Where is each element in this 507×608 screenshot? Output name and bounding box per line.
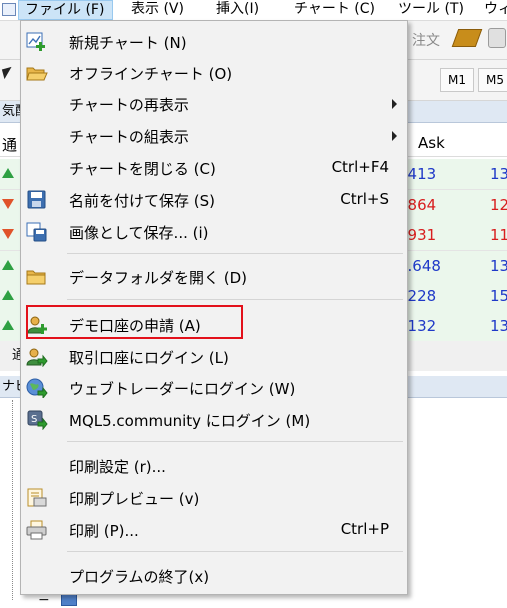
menu-item-save-as[interactable]: 名前を付けて保存 (S) Ctrl+S [21,184,407,216]
down-arrow-icon [2,229,14,239]
menu-item-label: 名前を付けて保存 (S) [69,192,215,210]
new-chart-icon [26,32,45,51]
highlight-box [26,305,243,339]
new-order-label[interactable]: 注文 [412,30,440,50]
menu-item-label: MQL5.community にログイン (M) [69,412,311,430]
menu-item-label: 取引口座にログイン (L) [69,349,229,367]
up-arrow-icon [2,260,14,270]
open-folder-icon [26,67,48,81]
menu-item-login-webtrader[interactable]: ウェブトレーダーにログイン (W) [21,372,407,404]
webtrader-icon [26,378,48,398]
menu-item-exit[interactable]: プログラムの終了(x) [21,560,407,592]
menu-view[interactable]: 表示 (V) [131,0,184,20]
menu-item-print-preview[interactable]: 印刷プレビュー (v) [21,482,407,514]
data-folder-icon [26,270,46,285]
menu-file[interactable]: ファイル (F) [18,0,113,20]
login-account-icon [26,348,48,367]
spread-value: 15 [490,287,507,305]
save-icon [27,190,46,209]
menu-item-login-trade-account[interactable]: 取引口座にログイン (L) [21,341,407,373]
up-arrow-icon [2,320,14,330]
menu-tools[interactable]: ツール (T) [398,0,464,20]
menu-item-label: チャートの組表示 [69,128,189,146]
spread-value: 11 [490,226,507,244]
menu-item-label: データフォルダを開く (D) [69,269,248,287]
mql5-icon: S [27,410,48,430]
menu-item-label: 新規チャート (N) [69,34,187,52]
menu-window[interactable]: ウィ [484,0,507,20]
menu-item-label: 印刷 (P)... [69,522,139,540]
timeframe-m1-button[interactable]: M1 [440,68,474,92]
menu-separator [67,253,403,254]
menu-item-shortcut: Ctrl+P [340,520,389,538]
down-arrow-icon [2,199,14,209]
menu-separator [67,551,403,552]
menu-item-label: チャートを閉じる (C) [69,160,216,178]
spread-value: 13 [490,317,507,335]
menu-item-label: 印刷設定 (r)... [69,458,166,476]
menu-item-close-chart[interactable]: チャートを閉じる (C) Ctrl+F4 [21,152,407,184]
menu-item-open-data-folder[interactable]: データフォルダを開く (D) [21,261,407,293]
menu-item-label: プログラムの終了(x) [69,568,210,586]
symbol-column-header[interactable]: 通 [2,134,17,155]
menu-item-offline-chart[interactable]: オフラインチャート (O) [21,57,407,89]
menu-item-label: ウェブトレーダーにログイン (W) [69,380,296,398]
up-arrow-icon [2,168,14,178]
toolbar-ghost-icon[interactable] [488,28,506,48]
menu-chart[interactable]: チャート (C) [294,0,375,20]
menu-separator [67,299,403,300]
menu-item-shortcut: Ctrl+F4 [331,158,389,176]
submenu-arrow-icon [392,99,397,109]
menu-item-print-setup[interactable]: 印刷設定 (r)... [21,450,407,482]
spread-value: 13 [490,257,507,275]
menu-item-shortcut: Ctrl+S [340,190,389,208]
menu-item-label: チャートの再表示 [69,96,189,114]
print-icon [26,520,47,540]
menu-separator [67,441,403,442]
menu-item-label: 画像として保存... (i) [69,224,209,242]
tree-guide-line [12,400,14,600]
menu-item-save-as-picture[interactable]: 画像として保存... (i) [21,216,407,248]
menubar: ファイル (F) 表示 (V) 挿入(I) チャート (C) ツール (T) ウ… [0,0,507,21]
menu-item-label: オフラインチャート (O) [69,65,233,83]
menu-item-label: 印刷プレビュー (v) [69,490,200,508]
svg-text:S: S [31,414,37,425]
timeframe-m5-button[interactable]: M5 [478,68,507,92]
menu-item-print[interactable]: 印刷 (P)... Ctrl+P [21,514,407,546]
menu-insert[interactable]: 挿入(I) [216,0,259,20]
app-icon [2,3,16,16]
menu-item-login-mql5[interactable]: S MQL5.community にログイン (M) [21,404,407,436]
menu-item-refresh-charts[interactable]: チャートの再表示 [21,88,407,120]
spread-value: 12 [490,196,507,214]
submenu-arrow-icon [392,131,397,141]
print-preview-icon [27,488,47,507]
ask-column-header[interactable]: Ask [418,134,445,152]
menu-item-new-chart[interactable]: 新規チャート (N) [21,26,407,58]
save-image-icon [26,222,47,242]
menu-item-chart-profiles[interactable]: チャートの組表示 [21,120,407,152]
up-arrow-icon [2,290,14,300]
spread-value: 13 [490,165,507,183]
